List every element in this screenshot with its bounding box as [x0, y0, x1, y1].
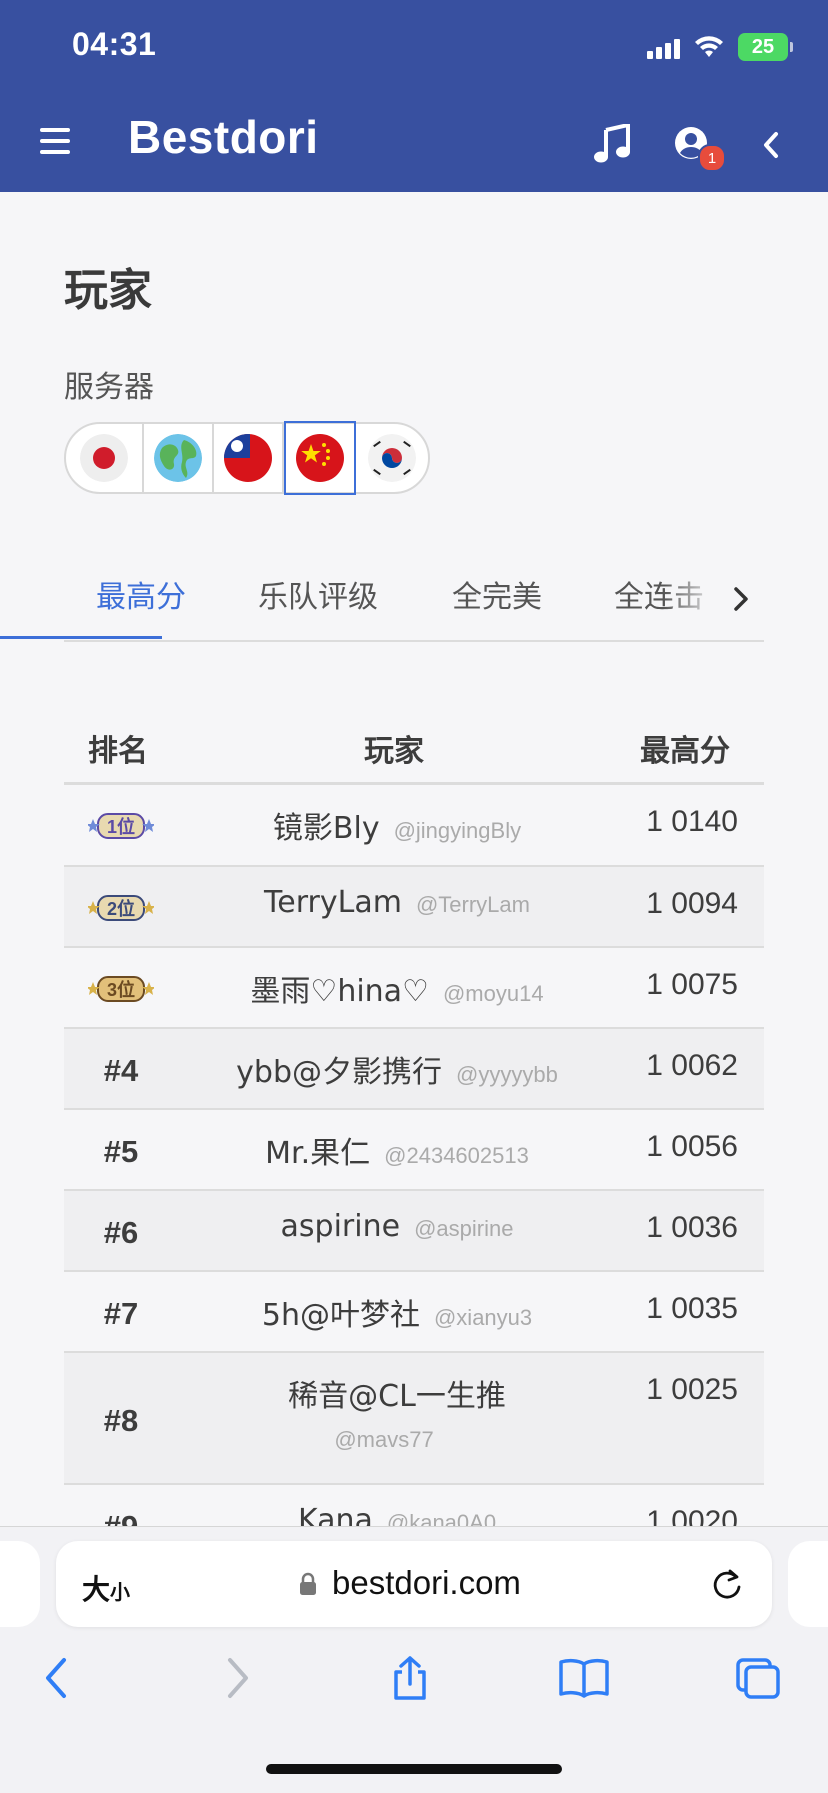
score: 1 0075	[646, 968, 738, 1001]
player-name[interactable]: TerryLam	[264, 885, 402, 920]
cellular-signal-icon	[647, 35, 680, 59]
tab-band-rating[interactable]: 乐队评级	[258, 572, 378, 616]
player-cell[interactable]: 墨雨♡hina♡ @moyu14	[184, 966, 610, 1010]
battery-level: 25	[751, 35, 775, 58]
text-size-small: 小	[110, 1580, 131, 1604]
tabs-icon[interactable]	[734, 1656, 782, 1700]
server-tw-button[interactable]	[214, 424, 284, 492]
url-text[interactable]: bestdori.com	[332, 1564, 521, 1602]
player-cell[interactable]: 稀音@CL一生推 @mavs77	[184, 1371, 610, 1453]
back-arrow-icon[interactable]	[42, 1656, 72, 1700]
bookmarks-icon[interactable]	[558, 1656, 610, 1700]
tab-high-score[interactable]: 最高分	[96, 572, 186, 616]
table-row[interactable]: #4 ybb@夕影携行 @yyyyybb 1 0062	[64, 1029, 764, 1110]
player-name[interactable]: ybb@夕影携行	[236, 1055, 442, 1090]
header-score: 最高分	[640, 734, 730, 769]
table-row[interactable]: 3位 墨雨♡hina♡ @moyu14 1 0075	[64, 948, 764, 1029]
rank: #7	[103, 1296, 139, 1331]
svg-text:3位: 3位	[107, 979, 135, 1000]
hamburger-menu-icon[interactable]	[40, 128, 70, 154]
kr-flag-icon	[368, 434, 416, 482]
player-name[interactable]: 稀音@CL一生推	[184, 1371, 610, 1415]
rank: #5	[103, 1134, 139, 1169]
player-name[interactable]: 5h@叶梦社	[262, 1298, 420, 1333]
text-size-big: 大	[82, 1573, 111, 1606]
score: 1 0025	[646, 1373, 738, 1406]
ranking-tabs: 最高分 乐队评级 全完美 全连击	[64, 572, 764, 642]
header-rank: 排名	[88, 734, 148, 769]
battery-icon: 25	[738, 33, 793, 61]
score: 1 0036	[646, 1211, 738, 1244]
page-title: 玩家	[64, 265, 152, 316]
player-cell[interactable]: ybb@夕影携行 @yyyyybb	[184, 1047, 610, 1091]
player-handle[interactable]: @mavs77	[158, 1427, 610, 1453]
server-label: 服务器	[64, 370, 154, 405]
server-selector	[64, 421, 430, 495]
player-handle[interactable]: @moyu14	[443, 981, 544, 1006]
cn-flag-icon	[296, 434, 344, 482]
player-cell[interactable]: 镜影Bly @jingyingBly	[184, 803, 610, 847]
brand-title[interactable]: Bestdori	[128, 110, 319, 164]
chevron-right-icon[interactable]	[732, 586, 750, 612]
player-handle[interactable]: @jingyingBly	[394, 818, 522, 843]
tab-all-perfect[interactable]: 全完美	[452, 572, 542, 616]
rank-2-medal-icon: 2位	[88, 895, 154, 921]
rank: #4	[103, 1053, 139, 1088]
player-name[interactable]: aspirine	[281, 1209, 401, 1244]
score: 1 0035	[646, 1292, 738, 1325]
player-handle[interactable]: @xianyu3	[434, 1305, 532, 1330]
table-row[interactable]: #5 Mr.果仁 @2434602513 1 0056	[64, 1110, 764, 1191]
active-tab-indicator	[0, 636, 162, 639]
table-row[interactable]: 1位 镜影Bly @jingyingBly 1 0140	[64, 785, 764, 867]
jp-flag-icon	[80, 434, 128, 482]
rank: #6	[103, 1215, 139, 1250]
chevron-left-icon[interactable]	[760, 130, 780, 160]
server-en-button[interactable]	[144, 424, 214, 492]
player-cell[interactable]: Mr.果仁 @2434602513	[184, 1128, 610, 1172]
svg-text:2位: 2位	[107, 898, 135, 919]
server-kr-button[interactable]	[356, 424, 428, 492]
notification-badge: 1	[698, 144, 726, 172]
music-note-icon[interactable]	[594, 124, 630, 164]
player-name[interactable]: Mr.果仁	[265, 1136, 370, 1171]
rank-1-medal-icon: 1位	[88, 813, 154, 839]
table-row[interactable]: #6 aspirine @aspirine 1 0036	[64, 1191, 764, 1272]
player-cell[interactable]: TerryLam @TerryLam	[184, 885, 610, 920]
player-cell[interactable]: 5h@叶梦社 @xianyu3	[184, 1290, 610, 1334]
header-player: 玩家	[364, 734, 424, 769]
table-row[interactable]: #8 稀音@CL一生推 @mavs77 1 0025	[64, 1353, 764, 1485]
player-name[interactable]: 镜影Bly	[273, 811, 380, 846]
status-indicators: 25	[647, 30, 793, 64]
score: 1 0056	[646, 1130, 738, 1163]
globe-icon	[154, 434, 202, 482]
score: 1 0094	[646, 887, 738, 920]
table-row[interactable]: #7 5h@叶梦社 @xianyu3 1 0035	[64, 1272, 764, 1353]
player-handle[interactable]: @yyyyybb	[456, 1062, 558, 1087]
lock-icon	[300, 1572, 316, 1595]
wifi-icon	[695, 36, 723, 57]
svg-text:1位: 1位	[107, 816, 135, 837]
player-handle[interactable]: @TerryLam	[416, 892, 530, 917]
score: 1 0062	[646, 1049, 738, 1082]
player-name[interactable]: 墨雨♡hina♡	[250, 974, 429, 1009]
player-handle[interactable]: @aspirine	[414, 1216, 513, 1241]
server-jp-button[interactable]	[66, 424, 144, 492]
home-indicator	[266, 1764, 562, 1774]
rank-3-medal-icon: 3位	[88, 976, 154, 1002]
forward-arrow-icon[interactable]	[222, 1656, 252, 1700]
score: 1 0140	[646, 805, 738, 838]
tabs-fade	[664, 572, 734, 632]
reload-icon[interactable]	[710, 1568, 744, 1602]
text-size-button[interactable]: 大小	[82, 1568, 130, 1608]
previous-tab-preview[interactable]	[0, 1541, 40, 1627]
status-time: 04:31	[72, 26, 157, 62]
next-tab-preview[interactable]	[788, 1541, 828, 1627]
player-handle[interactable]: @2434602513	[384, 1143, 529, 1168]
share-icon[interactable]	[388, 1656, 432, 1700]
table-row[interactable]: 2位 TerryLam @TerryLam 1 0094	[64, 867, 764, 948]
player-cell[interactable]: aspirine @aspirine	[184, 1209, 610, 1244]
server-cn-button[interactable]	[284, 421, 356, 495]
tw-flag-icon	[224, 434, 272, 482]
